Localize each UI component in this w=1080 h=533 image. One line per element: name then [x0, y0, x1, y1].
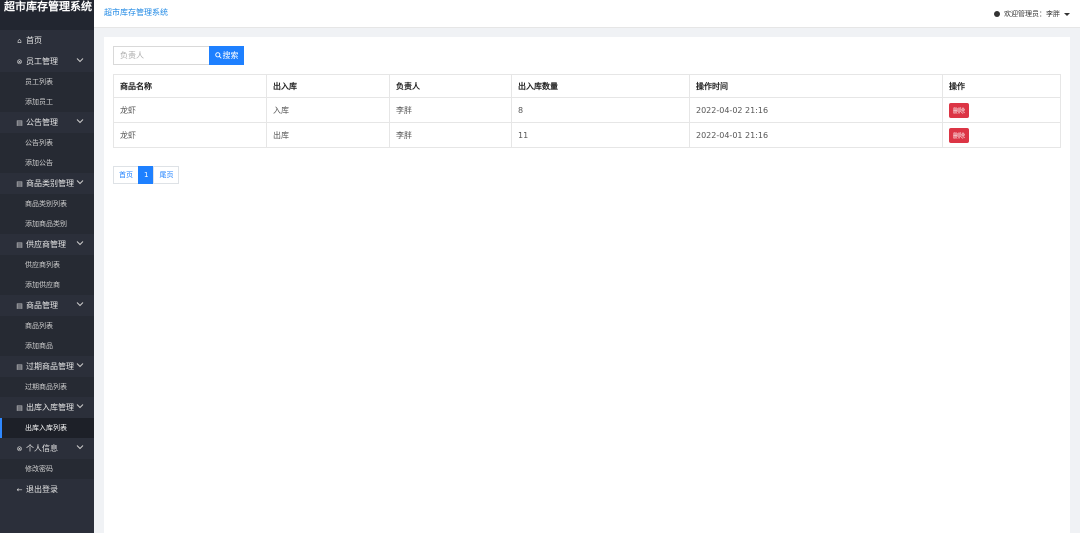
- table-row: 龙虾 入库 李胖 8 2022-04-02 21:16 删除: [113, 97, 1061, 123]
- search-button-label: 搜索: [222, 51, 239, 60]
- top-bar: 超市库存管理系统 欢迎管理员：李胖: [94, 0, 1080, 28]
- document-icon: ▤: [16, 362, 23, 371]
- column-header: 商品名称: [113, 74, 267, 98]
- cell-product: 龙虾: [113, 97, 267, 123]
- cell-actions: 删除: [942, 122, 1061, 148]
- user-icon: ⊗: [16, 444, 23, 453]
- sidebar-item-add-employee[interactable]: 添加员工: [0, 92, 94, 112]
- cell-quantity: 8: [511, 97, 690, 123]
- sidebar-item-add-supplier[interactable]: 添加供应商: [0, 275, 94, 295]
- document-icon: ▤: [16, 179, 23, 188]
- pagination: 首页 1 尾页: [113, 166, 180, 184]
- column-header: 操作时间: [689, 74, 943, 98]
- sidebar-group-employee[interactable]: ⊗ 员工管理: [0, 51, 94, 72]
- gear-icon: ⊗: [16, 57, 23, 66]
- column-header: 出入库数量: [511, 74, 690, 98]
- cell-time: 2022-04-02 21:16: [689, 97, 943, 123]
- sidebar-item-add-product[interactable]: 添加商品: [0, 336, 94, 356]
- document-icon: ▤: [16, 240, 23, 249]
- sidebar-menu: ⌂ 首页 ⊗ 员工管理 员工列表 添加员工 ▤ 公告管理 公告列表 添加公告 ▤…: [0, 30, 94, 500]
- user-menu[interactable]: 欢迎管理员：李胖: [994, 9, 1070, 19]
- sidebar-group-label: 商品类别管理: [26, 179, 74, 188]
- search-form: 搜索: [113, 46, 244, 65]
- cell-direction: 出库: [266, 122, 390, 148]
- sidebar-item-label: 退出登录: [26, 485, 58, 494]
- chevron-down-icon: [76, 445, 84, 450]
- inout-table: 商品名称 出入库 负责人 出入库数量 操作时间 操作 龙虾 入库 李胖 8 20…: [113, 74, 1061, 148]
- document-icon: ▤: [16, 118, 23, 127]
- sidebar-item-expired-list[interactable]: 过期商品列表: [0, 377, 94, 397]
- sidebar: 超市库存管理系统 ⌂ 首页 ⊗ 员工管理 员工列表 添加员工 ▤ 公告管理 公告…: [0, 0, 94, 533]
- delete-button[interactable]: 删除: [949, 127, 970, 143]
- column-header: 负责人: [389, 74, 512, 98]
- sidebar-group-inout[interactable]: ▤ 出库入库管理: [0, 397, 94, 418]
- sidebar-item-employee-list[interactable]: 员工列表: [0, 72, 94, 92]
- sidebar-group-label: 个人信息: [26, 444, 58, 453]
- cell-person: 李胖: [389, 97, 512, 123]
- table-header-row: 商品名称 出入库 负责人 出入库数量 操作时间 操作: [113, 74, 1061, 98]
- sidebar-item-notice-list[interactable]: 公告列表: [0, 133, 94, 153]
- cell-time: 2022-04-01 21:16: [689, 122, 943, 148]
- app-title: 超市库存管理系统: [0, 0, 94, 30]
- search-icon: [214, 52, 222, 59]
- chevron-down-icon: [76, 180, 84, 185]
- sidebar-group-label: 商品管理: [26, 301, 58, 310]
- sidebar-group-profile[interactable]: ⊗ 个人信息: [0, 438, 94, 459]
- sidebar-group-label: 公告管理: [26, 118, 58, 127]
- sidebar-item-product-list[interactable]: 商品列表: [0, 316, 94, 336]
- pagination-current-page[interactable]: 1: [138, 166, 155, 184]
- cell-quantity: 11: [511, 122, 690, 148]
- search-input[interactable]: [113, 46, 209, 65]
- sidebar-group-supplier[interactable]: ▤ 供应商管理: [0, 234, 94, 255]
- sidebar-item-home[interactable]: ⌂ 首页: [0, 30, 94, 51]
- sidebar-item-supplier-list[interactable]: 供应商列表: [0, 255, 94, 275]
- cell-person: 李胖: [389, 122, 512, 148]
- delete-button[interactable]: 删除: [949, 102, 970, 118]
- home-icon: ⌂: [17, 36, 22, 45]
- content-card: 搜索 商品名称 出入库 负责人 出入库数量 操作时间 操作 龙虾 入库 李胖 8…: [104, 37, 1070, 533]
- arrow-left-icon: ←: [16, 485, 23, 494]
- sidebar-group-label: 出库入库管理: [26, 403, 74, 412]
- column-header: 操作: [942, 74, 1061, 98]
- pagination-last[interactable]: 尾页: [153, 166, 180, 184]
- table-row: 龙虾 出库 李胖 11 2022-04-01 21:16 删除: [113, 122, 1061, 148]
- sidebar-item-change-password[interactable]: 修改密码: [0, 459, 94, 479]
- sidebar-group-notice[interactable]: ▤ 公告管理: [0, 112, 94, 133]
- document-icon: ▤: [16, 301, 23, 310]
- search-button[interactable]: 搜索: [209, 46, 244, 65]
- caret-down-icon: [1064, 12, 1070, 16]
- pagination-first[interactable]: 首页: [113, 166, 139, 184]
- cell-actions: 删除: [942, 97, 1061, 123]
- document-icon: ▤: [16, 403, 23, 412]
- sidebar-item-logout[interactable]: ← 退出登录: [0, 479, 94, 500]
- sidebar-group-category[interactable]: ▤ 商品类别管理: [0, 173, 94, 194]
- sidebar-item-add-category[interactable]: 添加商品类别: [0, 214, 94, 234]
- sidebar-group-label: 供应商管理: [26, 240, 66, 249]
- chevron-down-icon: [76, 241, 84, 246]
- sidebar-group-label: 员工管理: [26, 57, 58, 66]
- user-greeting: 欢迎管理员：李胖: [1004, 10, 1060, 18]
- sidebar-item-category-list[interactable]: 商品类别列表: [0, 194, 94, 214]
- sidebar-group-product[interactable]: ▤ 商品管理: [0, 295, 94, 316]
- column-header: 出入库: [266, 74, 390, 98]
- chevron-down-icon: [76, 58, 84, 63]
- sidebar-item-label: 首页: [26, 36, 42, 45]
- user-icon: [994, 11, 1000, 17]
- chevron-down-icon: [76, 404, 84, 409]
- sidebar-item-inout-list[interactable]: 出库入库列表: [0, 418, 94, 438]
- sidebar-group-label: 过期商品管理: [26, 362, 74, 371]
- chevron-down-icon: [76, 302, 84, 307]
- sidebar-group-expired[interactable]: ▤ 过期商品管理: [0, 356, 94, 377]
- cell-direction: 入库: [266, 97, 390, 123]
- breadcrumb[interactable]: 超市库存管理系统: [104, 7, 168, 18]
- chevron-down-icon: [76, 363, 84, 368]
- sidebar-item-add-notice[interactable]: 添加公告: [0, 153, 94, 173]
- cell-product: 龙虾: [113, 122, 267, 148]
- chevron-down-icon: [76, 119, 84, 124]
